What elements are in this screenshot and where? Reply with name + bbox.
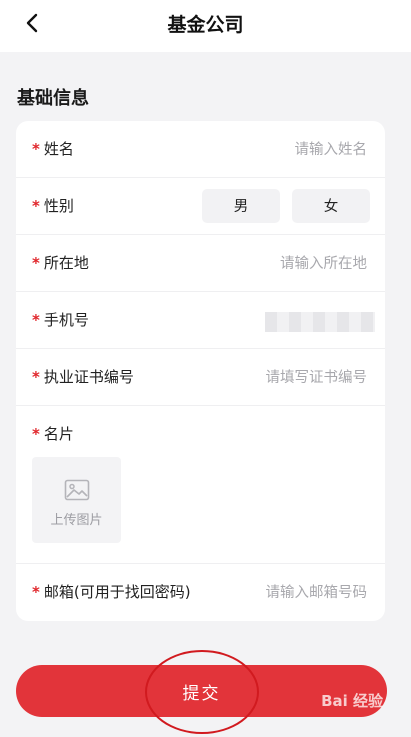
gender-male-button[interactable]: 男	[202, 189, 280, 223]
header-card: 基金公司	[8, 0, 403, 52]
image-icon	[64, 479, 90, 501]
required-mark: *	[32, 254, 40, 272]
upload-image-button[interactable]: 上传图片	[32, 457, 121, 543]
phone-label: * 手机号	[32, 292, 89, 349]
name-input[interactable]	[185, 121, 369, 180]
required-mark: *	[32, 425, 40, 443]
license-row: * 执业证书编号	[16, 349, 385, 408]
location-label: * 所在地	[32, 235, 89, 292]
phone-label-text: 手机号	[43, 311, 89, 329]
card-label-text: 名片	[43, 425, 74, 443]
email-label-text: 邮箱(可用于找回密码)	[43, 583, 191, 601]
phone-value-masked[interactable]	[265, 312, 375, 332]
card-row: * 名片	[16, 406, 385, 463]
upload-label: 上传图片	[50, 513, 103, 528]
form-card: *姓名 *性别 男 女 *所在地 *手机号 *执业证书编号 *名片 上传图片 *…	[16, 121, 385, 623]
location-label-text: 所在地	[43, 254, 89, 272]
gender-label: * 性别	[32, 178, 74, 235]
required-mark: *	[32, 197, 40, 215]
required-mark: *	[32, 311, 40, 329]
name-label: * 姓名	[32, 121, 74, 178]
license-input[interactable]	[185, 349, 369, 408]
location-row: * 所在地	[16, 235, 385, 294]
required-mark: *	[32, 583, 40, 601]
page-title: 基金公司	[167, 14, 244, 36]
email-label: * 邮箱(可用于找回密码)	[32, 564, 191, 621]
gender-row: * 性别 男 女	[16, 178, 385, 235]
name-label-text: 姓名	[43, 140, 74, 158]
email-input[interactable]	[215, 564, 369, 623]
email-row: * 邮箱(可用于找回密码)	[16, 563, 385, 623]
card-label: * 名片	[32, 406, 74, 463]
gender-female-button[interactable]: 女	[292, 189, 370, 223]
location-input[interactable]	[185, 235, 369, 294]
header-bar: 基金公司	[0, 0, 411, 52]
license-label-text: 执业证书编号	[43, 368, 134, 386]
gender-label-text: 性别	[43, 197, 74, 215]
license-label: * 执业证书编号	[32, 349, 134, 406]
watermark: Bai 经验	[321, 692, 383, 710]
section-title: 基础信息	[17, 88, 89, 109]
name-row: * 姓名	[16, 121, 385, 180]
required-mark: *	[32, 368, 40, 386]
phone-row: * 手机号	[16, 292, 385, 349]
required-mark: *	[32, 140, 40, 158]
